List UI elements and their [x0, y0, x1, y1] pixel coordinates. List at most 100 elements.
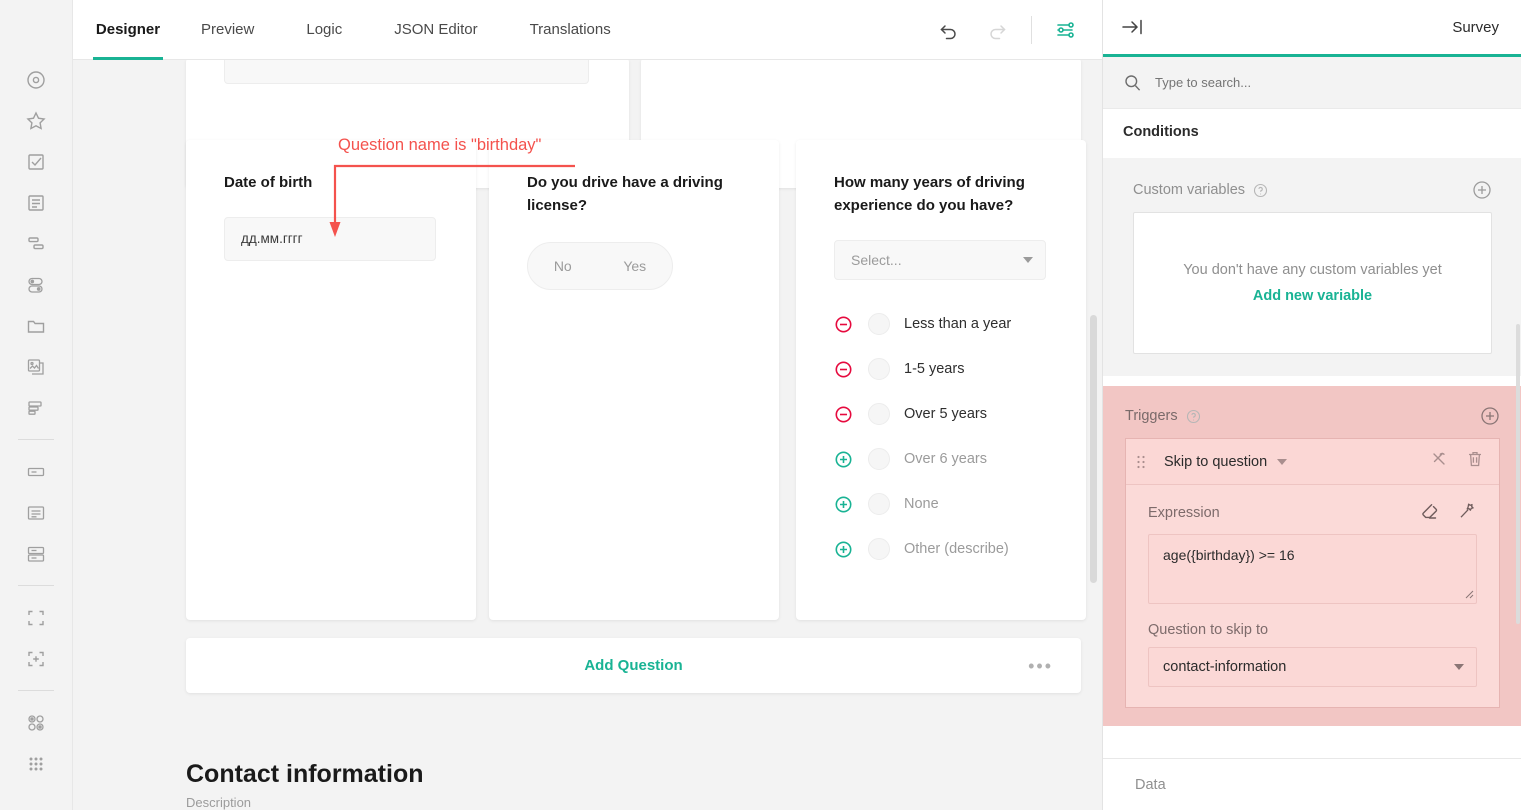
panel-body: Custom variables You don't have any cust… — [1103, 158, 1521, 758]
add-choice-icon[interactable] — [834, 540, 860, 559]
undo-icon[interactable] — [925, 6, 973, 54]
choice-radio[interactable] — [868, 538, 890, 560]
remove-choice-icon[interactable] — [834, 405, 860, 424]
add-choice-icon[interactable] — [834, 495, 860, 514]
choice-radio[interactable] — [868, 358, 890, 380]
canvas-scrollbar[interactable] — [1091, 60, 1100, 810]
tab-conditions[interactable]: Conditions — [1103, 109, 1521, 155]
radiogroup-matrix-icon[interactable] — [18, 703, 54, 743]
expand-frame-icon[interactable] — [18, 598, 54, 638]
page-description[interactable]: Description — [186, 795, 424, 810]
next-page-header: Contact information Description — [186, 760, 424, 810]
page-title[interactable]: Contact information — [186, 760, 424, 789]
custom-variables-empty-state: You don't have any custom variables yet … — [1133, 212, 1492, 354]
single-input-icon[interactable] — [18, 452, 54, 492]
custom-variables-header: Custom variables — [1133, 174, 1492, 206]
two-rows-icon[interactable] — [18, 534, 54, 574]
add-trigger-icon[interactable] — [1480, 406, 1500, 426]
chevron-down-icon — [1454, 664, 1464, 670]
checkbox-checked-icon[interactable] — [18, 142, 54, 182]
choice-item-other[interactable]: Other (describe) — [834, 527, 1048, 572]
choice-radio[interactable] — [868, 493, 890, 515]
choice-label: Over 5 years — [904, 406, 987, 422]
star-icon[interactable] — [18, 101, 54, 141]
questions-row: Date of birth дд.мм.гггг Do you drive ha… — [186, 140, 1086, 620]
tab-preview[interactable]: Preview — [201, 0, 254, 60]
choice-item[interactable]: Over 5 years — [834, 392, 1048, 437]
redo-icon[interactable] — [973, 6, 1021, 54]
add-question-label[interactable]: Add Question — [584, 657, 682, 674]
trigger-type-value[interactable]: Skip to question — [1164, 454, 1267, 470]
image-stack-icon[interactable] — [18, 347, 54, 387]
tab-data-label: Data — [1135, 777, 1166, 793]
property-grid-panel: Survey Conditions Custom variables — [1102, 0, 1521, 810]
skip-to-value: contact-information — [1163, 659, 1286, 675]
clear-eraser-icon[interactable] — [1419, 501, 1439, 525]
dots-grid-icon[interactable] — [18, 744, 54, 784]
panel-search[interactable] — [1103, 57, 1521, 109]
question-to-skip-to-select[interactable]: contact-information — [1148, 647, 1477, 687]
text-block-icon[interactable] — [18, 183, 54, 223]
drag-handle-icon[interactable] — [1136, 454, 1150, 470]
remove-choice-icon[interactable] — [834, 315, 860, 334]
trigger-row[interactable]: Skip to question — [1126, 439, 1499, 485]
paragraph-icon[interactable] — [18, 493, 54, 533]
folder-icon[interactable] — [18, 306, 54, 346]
trigger-card: Skip to question — [1125, 438, 1500, 708]
help-icon[interactable] — [1186, 409, 1201, 424]
add-question-bar[interactable]: Add Question ••• — [186, 638, 1081, 693]
add-choice-icon[interactable] — [834, 450, 860, 469]
search-input[interactable] — [1155, 75, 1455, 90]
tab-translations-label: Translations — [530, 21, 611, 38]
chevron-down-icon[interactable] — [1277, 459, 1287, 465]
add-custom-variable-icon[interactable] — [1472, 180, 1492, 200]
sliders-icon[interactable] — [18, 224, 54, 264]
rail-divider-3 — [18, 690, 54, 691]
toggle-switches-icon[interactable] — [18, 265, 54, 305]
ranking-icon[interactable] — [18, 388, 54, 428]
skip-to-label: Question to skip to — [1148, 622, 1477, 638]
expression-actions — [1419, 501, 1477, 525]
question-card-driving-experience[interactable]: How many years of driving experience do … — [796, 140, 1086, 620]
panel-scrollbar-thumb[interactable] — [1516, 324, 1520, 624]
boolean-toggle[interactable]: No Yes — [527, 242, 673, 290]
settings-sliders-icon[interactable] — [1042, 6, 1090, 54]
tab-logic[interactable]: Logic — [306, 0, 342, 60]
boolean-option-yes[interactable]: Yes — [623, 258, 646, 274]
panel-footer-tab-data[interactable]: Data — [1103, 758, 1521, 810]
panel-scrollbar[interactable] — [1515, 152, 1521, 752]
choice-radio[interactable] — [868, 403, 890, 425]
tab-json-editor[interactable]: JSON Editor — [394, 0, 477, 60]
date-placeholder: дд.мм.гггг — [241, 231, 303, 246]
tab-designer[interactable]: Designer — [93, 0, 163, 60]
delete-icon[interactable] — [1465, 449, 1485, 474]
choice-item[interactable]: 1-5 years — [834, 347, 1048, 392]
choice-item[interactable]: Less than a year — [834, 302, 1048, 347]
design-canvas[interactable]: Question name is "birthday" Date of birt… — [73, 60, 1102, 810]
add-new-variable-link[interactable]: Add new variable — [1253, 288, 1372, 304]
more-options-icon[interactable]: ••• — [1028, 657, 1053, 675]
tab-logic-label: Logic — [306, 21, 342, 38]
designer-toolbar — [925, 0, 1102, 60]
target-circle-icon[interactable] — [18, 60, 54, 100]
expression-textarea[interactable]: age({birthday}) >= 16 — [1148, 534, 1477, 604]
toolbar-divider — [1031, 16, 1032, 44]
triggers-label: Triggers — [1125, 408, 1178, 424]
tab-translations[interactable]: Translations — [530, 0, 611, 60]
custom-variables-title: Custom variables — [1133, 182, 1268, 198]
choice-item-none[interactable]: None — [834, 482, 1048, 527]
unlink-icon[interactable] — [1429, 449, 1449, 474]
add-frame-icon[interactable] — [18, 639, 54, 679]
canvas-scrollbar-thumb[interactable] — [1090, 315, 1097, 583]
experience-dropdown[interactable]: Select... — [834, 240, 1046, 280]
choice-radio[interactable] — [868, 313, 890, 335]
help-icon[interactable] — [1253, 183, 1268, 198]
custom-variables-group: Custom variables You don't have any cust… — [1103, 158, 1521, 376]
resize-grip-icon[interactable] — [1462, 586, 1474, 602]
choice-radio[interactable] — [868, 448, 890, 470]
boolean-option-no[interactable]: No — [554, 258, 572, 274]
collapse-right-icon[interactable] — [1121, 17, 1145, 37]
magic-wand-icon[interactable] — [1457, 501, 1477, 525]
choice-item-new[interactable]: Over 6 years — [834, 437, 1048, 482]
remove-choice-icon[interactable] — [834, 360, 860, 379]
